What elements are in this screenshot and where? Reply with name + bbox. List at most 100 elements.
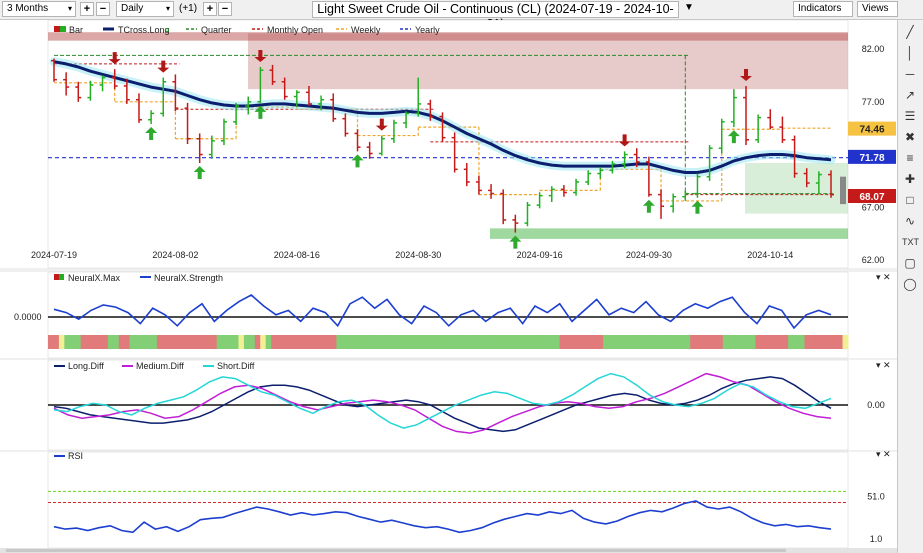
line-tool-icon[interactable]: ╱	[902, 24, 918, 40]
plot-frame-4	[47, 451, 849, 549]
neural-y-tick: 0.0000	[14, 312, 42, 322]
title-dropdown-icon[interactable]: ▼	[684, 2, 694, 13]
delete-icon[interactable]: ✖	[902, 129, 918, 145]
neural-max-bar	[755, 335, 762, 349]
neural-max-bar	[668, 335, 675, 349]
legend-label: Long.Diff	[68, 361, 104, 371]
range-select[interactable]: 3 Months ▾	[2, 1, 76, 17]
callout-icon[interactable]: □	[902, 192, 918, 208]
indicators-button[interactable]: Indicators ▾	[793, 1, 853, 27]
interval-value: Daily	[121, 3, 144, 14]
ellipse-icon[interactable]: ◯	[902, 276, 918, 292]
neural-max-bar	[771, 335, 778, 349]
neural-max-bar	[309, 335, 316, 349]
neural-max-bar	[129, 335, 136, 349]
offset-label: (+1)	[179, 3, 198, 14]
legend-swatch	[54, 274, 59, 280]
text-icon[interactable]: TXT	[902, 234, 919, 250]
neural-max-bar	[673, 335, 680, 349]
neural-max-bar	[679, 335, 686, 349]
neural-max-bar	[222, 335, 229, 349]
trend-channel-icon[interactable]: ☰	[902, 108, 918, 124]
neural-max-bar	[91, 335, 98, 349]
rectangle-icon[interactable]: ▢	[902, 255, 918, 271]
neural-max-bar	[320, 335, 327, 349]
neural-max-bar	[200, 335, 207, 349]
neural-max-bar	[379, 335, 386, 349]
neural-max-bar	[728, 335, 735, 349]
neural-max-bar	[227, 335, 234, 349]
neural-max-bar	[581, 335, 588, 349]
neural-max-bar	[184, 335, 190, 349]
price-x-tick: 2024-08-16	[274, 250, 320, 260]
neural-max-bar	[314, 335, 321, 349]
chart-area[interactable]: 82.0077.0072.0067.0062.002024-07-192024-…	[0, 20, 897, 553]
caret-down-icon: ▾	[67, 4, 72, 13]
neural-max-bar	[151, 335, 158, 349]
neural-max-bar	[586, 335, 593, 349]
neural-max-bar	[58, 335, 65, 349]
neural-max-bar	[717, 335, 724, 349]
wave-icon[interactable]: ∿	[902, 213, 918, 229]
legend-label: TCross.Long	[118, 25, 170, 35]
fibonacci-icon[interactable]: ≡	[902, 150, 918, 166]
neural-max-bar	[592, 335, 599, 349]
neural-max-bar	[461, 335, 468, 349]
offset-minus-button[interactable]: −	[218, 2, 232, 16]
neural-max-bar	[739, 335, 746, 349]
neural-max-bar	[434, 335, 441, 349]
neural-max-bar	[456, 335, 463, 349]
neural-max-bar	[439, 335, 446, 349]
neural-max-bar	[194, 335, 201, 349]
neural-max-bar	[445, 335, 452, 349]
neural-max-bar	[516, 335, 522, 349]
price-label: 68.07	[859, 192, 884, 203]
zoom-out-button[interactable]: −	[96, 2, 110, 16]
chart-title[interactable]: Light Sweet Crude Oil - Continuous (CL) …	[312, 1, 679, 31]
legend-label: Yearly	[415, 25, 440, 35]
price-x-tick: 2024-08-30	[395, 250, 441, 260]
panel-controls: ▾ ✕	[876, 360, 891, 370]
neural-max-bar	[249, 335, 256, 349]
panel-controls: ▾ ✕	[876, 449, 891, 459]
neural-max-bar	[750, 335, 756, 349]
neural-max-bar	[205, 335, 212, 349]
neural-max-bar	[804, 335, 811, 349]
neural-max-bar	[124, 335, 131, 349]
legend-swatch	[60, 26, 66, 32]
neural-max-bar	[477, 335, 484, 349]
demand-zone-right	[745, 162, 848, 214]
neural-max-bar	[167, 335, 174, 349]
vertical-line-icon[interactable]: │	[902, 45, 918, 61]
offset-plus-button[interactable]: +	[203, 2, 217, 16]
price-label: 71.78	[859, 153, 884, 164]
legend-swatch	[54, 26, 60, 32]
demand-zone	[490, 228, 848, 239]
diff-y-tick: 0.00	[867, 400, 885, 410]
neural-max-bar	[173, 335, 180, 349]
views-button[interactable]: Views ▾	[857, 1, 898, 27]
crosshair-icon[interactable]: ✚	[902, 171, 918, 187]
neural-max-bar	[722, 335, 729, 349]
neural-max-bar	[369, 335, 376, 349]
neural-max-bar	[450, 335, 457, 349]
neural-max-bar	[766, 335, 773, 349]
legend-label: Weekly	[351, 25, 381, 35]
neural-max-bar	[396, 335, 403, 349]
views-label: Views	[862, 3, 889, 14]
ray-icon[interactable]: ↗	[902, 87, 918, 103]
zoom-in-button[interactable]: +	[80, 2, 94, 16]
horizontal-line-icon[interactable]: ─	[902, 66, 918, 82]
neural-max-bar	[657, 335, 664, 349]
neural-max-bar	[80, 335, 87, 349]
interval-select[interactable]: Daily ▾	[116, 1, 174, 17]
neural-max-bar	[695, 335, 702, 349]
neural-max-bar	[243, 335, 250, 349]
legend-swatch	[59, 274, 64, 280]
neural-max-bar	[711, 335, 718, 349]
neural-max-bar	[341, 335, 348, 349]
price-y-tick: 82.00	[862, 44, 885, 54]
neural-max-bar	[102, 335, 109, 349]
neural-max-bar	[690, 335, 697, 349]
neural-max-bar	[390, 335, 397, 349]
